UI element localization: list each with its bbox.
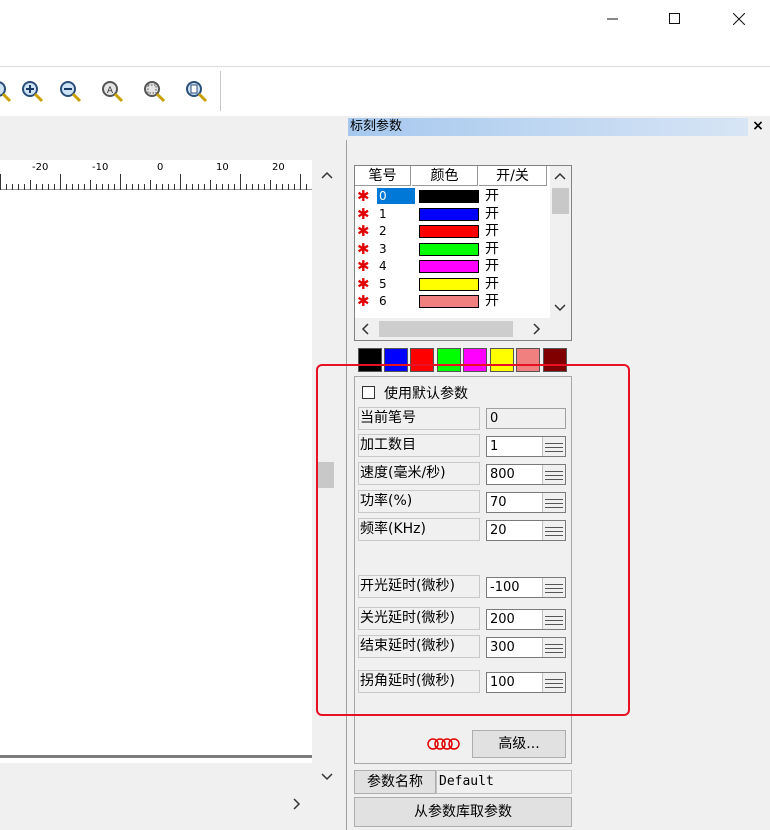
pen-color-swatch[interactable] xyxy=(419,260,479,273)
pen-number: 6 xyxy=(379,294,387,308)
col-header-onoff[interactable]: 开/关 xyxy=(479,166,547,186)
pen-onoff[interactable]: 开 xyxy=(485,258,515,274)
zoom-page-button[interactable] xyxy=(182,77,210,105)
pen-onoff[interactable]: 开 xyxy=(485,206,515,222)
advanced-button[interactable]: 高级... xyxy=(472,730,566,758)
canvas-horizontal-scrollbar[interactable] xyxy=(0,790,312,816)
pen-onoff[interactable]: 开 xyxy=(485,188,515,204)
zoom-prev-button[interactable] xyxy=(0,77,14,105)
pen-onoff[interactable]: 开 xyxy=(485,293,515,309)
close-icon xyxy=(733,13,745,25)
pen-row[interactable]: ✱ 4 开 xyxy=(355,258,551,276)
ruler-label: 10 xyxy=(216,162,229,173)
pen-list-scroll-thumb[interactable] xyxy=(552,188,569,214)
col-header-color[interactable]: 颜色 xyxy=(412,166,478,186)
pen-color-swatch[interactable] xyxy=(419,295,479,308)
pen-marker-icon: ✱ xyxy=(357,274,370,293)
zoom-select-icon xyxy=(144,81,166,103)
panel-title: 标刻参数 xyxy=(348,118,748,136)
wobble-icon[interactable] xyxy=(424,734,464,754)
pen-number: 1 xyxy=(379,206,387,221)
page-boundary xyxy=(0,755,312,763)
zoom-in-button[interactable] xyxy=(18,77,46,105)
zoom-all-icon: A xyxy=(102,81,124,103)
pen-row[interactable]: ✱ 5 开 xyxy=(355,276,551,294)
zoom-out-button[interactable] xyxy=(56,77,84,105)
pen-marker-icon: ✱ xyxy=(357,292,370,310)
pen-row[interactable]: ✱ 0 开 xyxy=(355,188,551,206)
pen-row[interactable]: ✱ 3 开 xyxy=(355,241,551,259)
pen-row[interactable]: ✱ 1 开 xyxy=(355,206,551,224)
ruler-label: 0 xyxy=(157,162,164,173)
pen-list-vertical-scrollbar[interactable] xyxy=(550,166,571,318)
svg-text:A: A xyxy=(107,86,114,96)
minimize-icon xyxy=(607,18,618,20)
close-button[interactable] xyxy=(716,0,762,38)
panel-close-button[interactable]: × xyxy=(750,117,766,135)
pen-number: 0 xyxy=(377,188,415,204)
pen-row[interactable]: ✱ 6 开 xyxy=(355,293,551,311)
pen-number: 4 xyxy=(379,259,387,273)
pen-color-swatch[interactable] xyxy=(419,242,479,256)
pen-marker-icon: ✱ xyxy=(357,187,370,205)
pen-onoff[interactable]: 开 xyxy=(485,241,515,257)
scroll-left-icon[interactable] xyxy=(361,323,369,335)
scroll-up-icon[interactable] xyxy=(554,172,566,180)
param-name-field[interactable]: Default xyxy=(436,770,572,794)
pen-color-swatch[interactable] xyxy=(419,277,479,291)
pen-marker-icon: ✱ xyxy=(357,257,370,275)
horizontal-ruler: -20 -10 0 10 20 xyxy=(0,160,313,190)
scroll-down-icon[interactable] xyxy=(554,304,566,312)
zoom-all-button[interactable]: A xyxy=(98,77,126,105)
get-from-library-button[interactable]: 从参数库取参数 xyxy=(354,797,572,827)
minimize-button[interactable] xyxy=(590,0,636,38)
pen-list-horizontal-scrollbar[interactable] xyxy=(355,318,571,340)
magnifier-icon xyxy=(0,81,12,103)
zoom-in-icon xyxy=(22,81,44,103)
pen-number: 5 xyxy=(379,276,387,291)
pen-list-hscroll-thumb[interactable] xyxy=(379,321,513,337)
pen-onoff[interactable]: 开 xyxy=(485,223,515,239)
zoom-page-icon xyxy=(186,81,208,103)
zoom-select-button[interactable] xyxy=(140,77,168,105)
pen-list[interactable]: 笔号 颜色 开/关 ✱ 0 开 ✱ 1 开 ✱ 2 开 ✱ 3 开 ✱ 4 开 ✱ 5 开 ✱ 6 开 xyxy=(354,165,572,341)
pen-color-swatch[interactable] xyxy=(419,225,479,238)
drawing-canvas[interactable] xyxy=(0,190,312,755)
scroll-up-icon[interactable] xyxy=(320,170,334,180)
highlight-annotation xyxy=(316,364,630,716)
pen-number: 2 xyxy=(379,224,387,238)
zoom-out-icon xyxy=(60,81,82,103)
toolbar: A xyxy=(0,66,770,116)
param-name-label: 参数名称 xyxy=(354,770,436,794)
pen-number: 3 xyxy=(379,241,387,256)
scroll-right-icon[interactable] xyxy=(533,323,541,335)
pen-color-swatch[interactable] xyxy=(419,207,479,221)
ruler-label: -10 xyxy=(92,162,109,173)
maximize-icon xyxy=(669,13,680,24)
toolbar-separator xyxy=(220,71,222,111)
ruler-label: -20 xyxy=(32,162,49,173)
maximize-button[interactable] xyxy=(652,0,698,38)
col-header-pen[interactable]: 笔号 xyxy=(355,166,411,186)
scroll-down-icon[interactable] xyxy=(320,772,334,782)
pen-marker-icon: ✱ xyxy=(357,222,370,240)
pen-row[interactable]: ✱ 2 开 xyxy=(355,223,551,241)
pen-color-swatch[interactable] xyxy=(419,190,479,203)
pen-marker-icon: ✱ xyxy=(357,239,370,258)
ruler-label: 20 xyxy=(272,162,285,173)
scroll-right-icon[interactable] xyxy=(292,797,302,811)
pen-marker-icon: ✱ xyxy=(357,204,370,223)
pen-onoff[interactable]: 开 xyxy=(485,276,515,292)
